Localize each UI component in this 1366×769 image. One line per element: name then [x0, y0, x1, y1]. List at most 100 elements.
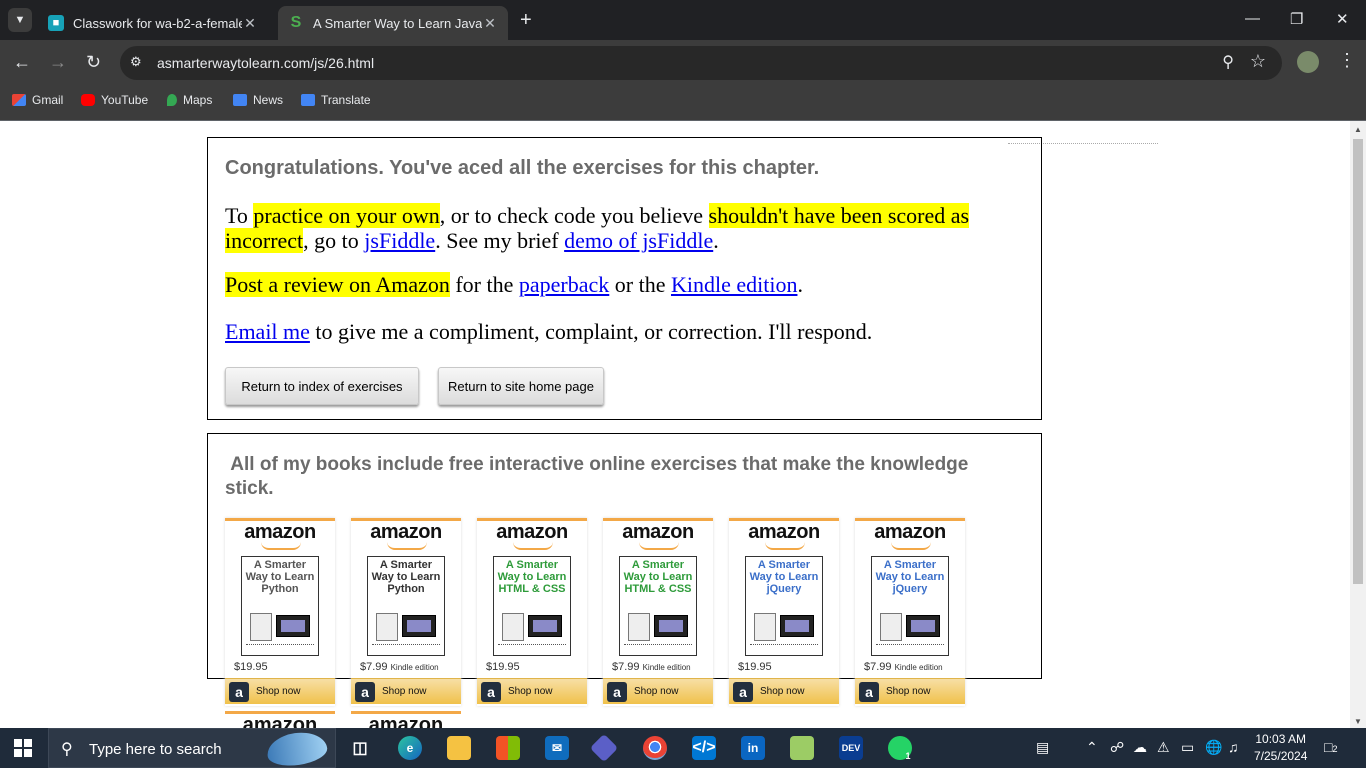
scroll-down-icon[interactable]: ▼	[1354, 717, 1362, 726]
scroll-up-icon[interactable]: ▲	[1354, 125, 1362, 134]
bookmark-maps[interactable]: Maps	[167, 93, 212, 107]
globe-icon[interactable]: 🌐	[1205, 739, 1222, 756]
taskbar-search[interactable]: ⚲ Type here to search	[48, 728, 336, 769]
minimize-icon[interactable]: —	[1245, 10, 1260, 27]
shop-now-button[interactable]: a Shop now	[729, 678, 839, 704]
amazon-ad-card[interactable]: amazon	[351, 711, 461, 728]
bookmark-gmail[interactable]: Gmail	[12, 93, 63, 107]
close-tab-icon[interactable]: ✕	[482, 15, 498, 32]
amazon-a-icon: a	[607, 681, 627, 702]
amazon-book-card[interactable]: amazon A Smarter Way to Learn jQuery $19.9…	[729, 518, 839, 706]
amazon-book-card[interactable]: amazon A Smarter Way to Learn HTML & CSS $…	[477, 518, 587, 706]
menu-kebab-icon[interactable]: ⋮	[1338, 50, 1356, 71]
book-cover-title: A Smarter Way to Learn jQuery	[749, 559, 819, 595]
vertical-scrollbar[interactable]: ▲ ▼	[1350, 121, 1366, 728]
edge-icon[interactable]: e	[398, 736, 422, 760]
book-cover-title: A Smarter Way to Learn Python	[371, 559, 441, 595]
amazon-book-card[interactable]: amazon A Smarter Way to Learn Python $19.9…	[225, 518, 335, 706]
bookmark-youtube[interactable]: YouTube	[81, 93, 148, 107]
paperback-link[interactable]: paperback	[519, 272, 609, 297]
address-bar[interactable]: ⚙ asmarterwaytolearn.com/js/26.html ⚲ ☆	[120, 46, 1282, 80]
whatsapp-icon[interactable]: 1	[888, 736, 912, 761]
bookmark-star-icon[interactable]: ☆	[1250, 51, 1266, 72]
price-value: $7.99	[360, 661, 388, 673]
shop-now-button[interactable]: a Shop now	[855, 678, 965, 704]
power-automate-icon[interactable]	[589, 733, 619, 763]
3d-viewer-icon[interactable]	[790, 736, 814, 760]
shop-now-button[interactable]: a Shop now	[225, 678, 335, 704]
network-device-icon[interactable]: ☍	[1110, 739, 1124, 756]
book-cover[interactable]: A Smarter Way to Learn HTML & CSS	[493, 556, 571, 656]
task-view-icon[interactable]: ◫	[348, 736, 372, 760]
book-cover-title: A Smarter Way to Learn Python	[245, 559, 315, 595]
file-explorer-icon[interactable]	[447, 736, 471, 760]
amazon-book-card[interactable]: amazon A Smarter Way to Learn HTML & CSS $…	[603, 518, 713, 706]
devhome-icon[interactable]: DEV	[839, 736, 863, 760]
amazon-smile-icon	[387, 542, 427, 550]
congrats-panel: Congratulations. You've aced all the exe…	[207, 137, 1042, 420]
mail-icon[interactable]: ✉	[545, 736, 569, 760]
jsfiddle-link[interactable]: jsFiddle	[364, 228, 435, 253]
tab-smarter-way[interactable]: S A Smarter Way to Learn JavaScript ✕	[278, 6, 508, 40]
new-tab-icon[interactable]: +	[520, 10, 532, 30]
book-cover[interactable]: A Smarter Way to Learn Python	[367, 556, 445, 656]
tab-title: Classwork for wa-b2-a-female	[73, 15, 242, 31]
clock-date: 7/25/2024	[1254, 749, 1308, 763]
shop-now-button[interactable]: a Shop now	[477, 678, 587, 704]
close-window-icon[interactable]: ✕	[1336, 10, 1349, 28]
bookmark-news[interactable]: News	[233, 93, 283, 107]
book-cover[interactable]: A Smarter Way to Learn Python	[241, 556, 319, 656]
notifications-icon[interactable]: □2	[1324, 739, 1337, 755]
practice-paragraph: To practice on your own, or to check cod…	[225, 203, 1025, 253]
book-cover[interactable]: A Smarter Way to Learn jQuery	[745, 556, 823, 656]
cover-footer	[246, 644, 314, 650]
return-to-index-button[interactable]: Return to index of exercises	[225, 367, 419, 405]
scrollbar-thumb[interactable]	[1353, 139, 1363, 584]
volume-icon[interactable]: ♫	[1228, 739, 1239, 755]
store-icon[interactable]	[496, 736, 520, 760]
site-info-icon[interactable]: ⚙	[130, 54, 142, 70]
security-icon[interactable]: ⚠	[1157, 739, 1170, 756]
restore-icon[interactable]: ❐	[1290, 10, 1303, 28]
news-widget-icon[interactable]: ▤	[1036, 739, 1049, 756]
return-to-home-button[interactable]: Return to site home page	[438, 367, 604, 405]
bookmark-translate[interactable]: Translate	[301, 93, 371, 107]
windows-start-icon[interactable]	[14, 739, 32, 757]
profile-avatar[interactable]	[1297, 51, 1319, 73]
forward-icon[interactable]: →	[49, 51, 67, 73]
tab-classwork[interactable]: ■ Classwork for wa-b2-a-female ✕	[38, 6, 268, 40]
amazon-a-icon: a	[481, 681, 501, 702]
amazon-book-card[interactable]: amazon A Smarter Way to Learn jQuery $7.99…	[855, 518, 965, 706]
url-text[interactable]: asmarterwaytolearn.com/js/26.html	[157, 55, 374, 71]
translate-icon	[301, 94, 315, 106]
vscode-icon[interactable]: </>	[692, 736, 716, 760]
notification-badge: 2	[1332, 744, 1338, 754]
zoom-icon[interactable]: ⚲	[1222, 52, 1234, 72]
taskbar-clock[interactable]: 10:03 AM 7/25/2024	[1254, 731, 1307, 765]
text: .	[713, 228, 719, 253]
linkedin-icon[interactable]: in	[741, 736, 765, 760]
shop-now-label: Shop now	[634, 686, 679, 697]
kindle-edition-link[interactable]: Kindle edition	[671, 272, 797, 297]
onedrive-icon[interactable]: ☁	[1133, 739, 1147, 756]
kindle-label: Kindle edition	[390, 663, 439, 672]
email-me-link[interactable]: Email me	[225, 319, 310, 344]
shop-now-button[interactable]: a Shop now	[351, 678, 461, 704]
shop-now-button[interactable]: a Shop now	[603, 678, 713, 704]
amazon-ad-card[interactable]: amazon	[225, 711, 335, 728]
back-icon[interactable]: ←	[13, 51, 31, 73]
chrome-icon[interactable]	[643, 736, 667, 760]
reload-icon[interactable]: ↻	[86, 51, 101, 73]
amazon-book-card[interactable]: amazon A Smarter Way to Learn Python $7.99…	[351, 518, 461, 706]
show-hidden-icons-icon[interactable]: ⌃	[1086, 739, 1098, 756]
book-cover[interactable]: A Smarter Way to Learn jQuery	[871, 556, 949, 656]
jsfiddle-demo-link[interactable]: demo of jsFiddle	[564, 228, 713, 253]
bookmark-label: Translate	[321, 93, 371, 107]
classroom-icon: ■	[48, 15, 64, 31]
text: for the	[449, 272, 519, 297]
book-cover[interactable]: A Smarter Way to Learn HTML & CSS	[619, 556, 697, 656]
close-tab-icon[interactable]: ✕	[242, 15, 258, 32]
kindle-label: Kindle edition	[894, 663, 943, 672]
tab-search-chevron-icon[interactable]: ▼	[8, 8, 32, 32]
book-price: $7.99 Kindle edition	[864, 661, 943, 673]
